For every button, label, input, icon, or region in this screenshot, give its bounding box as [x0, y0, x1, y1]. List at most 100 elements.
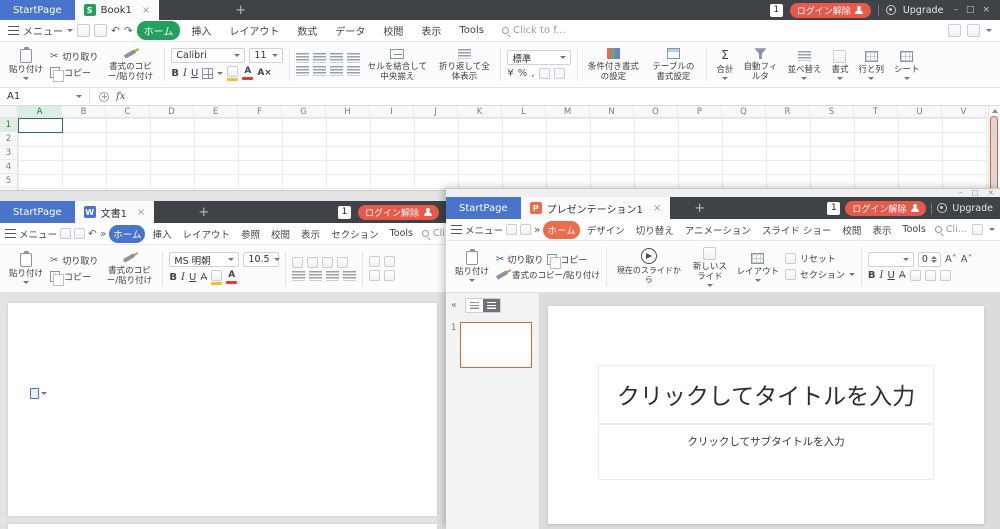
column-header[interactable]: V — [942, 106, 986, 117]
column-header[interactable]: C — [106, 106, 150, 117]
undo-icon[interactable]: ↶ — [111, 25, 120, 37]
copy-button[interactable]: コピー — [50, 270, 98, 283]
decrease-icon[interactable] — [931, 260, 937, 263]
column-header[interactable]: B — [62, 106, 106, 117]
scrollbar-thumb[interactable] — [990, 116, 998, 192]
logout-button[interactable]: ログイン解除 — [358, 205, 439, 220]
ribbon-tab-home[interactable]: ホーム — [109, 225, 145, 243]
numbered-list-icon[interactable] — [307, 257, 318, 268]
font-size-select[interactable]: 11 — [249, 48, 283, 63]
ribbon-tab-data[interactable]: データ — [328, 21, 372, 40]
ribbon-tab-tools[interactable]: Tools — [452, 23, 491, 38]
menu-label[interactable]: メニュー — [19, 227, 57, 241]
align-right-icon[interactable] — [330, 66, 343, 76]
close-tab-icon[interactable]: × — [142, 5, 150, 16]
currency-icon[interactable]: ¥ — [507, 68, 513, 79]
chevron-down-icon[interactable] — [217, 72, 223, 75]
close-tab-icon[interactable]: × — [137, 207, 145, 218]
font-name-select[interactable] — [868, 252, 914, 267]
title-placeholder[interactable]: クリックしてタイトルを入力 — [598, 365, 934, 424]
new-slide-button[interactable]: 新しいスライド — [689, 243, 731, 290]
object-anchor[interactable] — [30, 388, 47, 399]
sheet-button[interactable]: シート — [891, 44, 923, 85]
fill-color-button[interactable] — [227, 66, 238, 81]
paste-button[interactable]: 貼り付け — [6, 44, 46, 85]
name-box[interactable]: A1 — [0, 88, 90, 105]
column-header[interactable]: J — [414, 106, 458, 117]
ribbon-tab-insert[interactable]: 挿入 — [184, 21, 218, 40]
shrink-font-icon[interactable]: A˅ — [961, 254, 973, 265]
collapse-panel-icon[interactable]: « — [451, 300, 457, 311]
ribbon-tab-view[interactable]: 表示 — [868, 221, 895, 239]
bold-button[interactable]: B — [868, 270, 876, 281]
autofilter-button[interactable]: 自動フィルタ — [740, 44, 780, 85]
orientation-icon[interactable] — [347, 53, 360, 63]
row-headers[interactable]: 12345 — [0, 118, 18, 192]
column-header[interactable]: S — [810, 106, 854, 117]
menu-label[interactable]: メニュー — [23, 23, 63, 38]
grow-font-icon[interactable]: A˄ — [945, 254, 957, 265]
logout-button[interactable]: ログイン解除 — [845, 201, 926, 216]
format-painter-button[interactable]: 書式のコピー/貼り付け — [496, 269, 600, 281]
ribbon-tab-layout[interactable]: レイアウト — [222, 21, 286, 40]
menu-label[interactable]: メニュー — [465, 223, 503, 237]
align-bottom-icon[interactable] — [330, 53, 343, 63]
ribbon-tab-home[interactable]: ホーム — [137, 21, 181, 40]
column-header[interactable]: A — [18, 106, 62, 117]
selected-cell-a1[interactable] — [18, 118, 63, 133]
undo-icon[interactable]: ↶ — [88, 228, 97, 240]
cut-button[interactable]: ✂ 切り取り — [496, 253, 543, 266]
text-shadow-icon[interactable] — [910, 270, 921, 281]
column-header[interactable]: M — [546, 106, 590, 117]
italic-button[interactable]: I — [181, 272, 185, 283]
italic-button[interactable]: I — [183, 68, 187, 79]
redo-icon[interactable]: ↷ — [124, 25, 133, 37]
upgrade-button[interactable]: Upgrade — [952, 203, 993, 214]
character-spacing-icon[interactable] — [925, 270, 936, 281]
format-painter-button[interactable]: 書式のコピー/貼り付け — [102, 44, 158, 85]
decrease-decimal-icon[interactable] — [554, 68, 565, 79]
notification-badge[interactable]: 1 — [770, 4, 783, 17]
logout-button[interactable]: ログイン解除 — [790, 3, 871, 18]
ribbon-tab-transitions[interactable]: 切り替え — [632, 221, 678, 239]
percent-icon[interactable]: % — [518, 68, 528, 79]
format-button[interactable]: 書式 — [828, 44, 851, 85]
conditional-format-button[interactable]: 条件付き書式の設定 — [584, 44, 642, 85]
column-header[interactable]: Q — [722, 106, 766, 117]
align-left-icon[interactable] — [296, 66, 309, 76]
copy-button[interactable]: コピー — [547, 253, 587, 266]
ribbon-tab-view[interactable]: 表示 — [297, 225, 324, 243]
wrap-text-button[interactable]: 折り返して全体表示 — [434, 44, 494, 85]
row-header[interactable]: 2 — [0, 132, 17, 146]
new-tab-button[interactable]: + — [188, 201, 219, 223]
vertical-scrollbar[interactable] — [988, 106, 1000, 192]
styles-icon[interactable] — [384, 270, 395, 281]
layout-button[interactable]: レイアウト — [735, 243, 781, 290]
format-painter-button[interactable]: 書式のコピー/貼り付け — [102, 247, 156, 290]
ribbon-tab-layout[interactable]: レイアウト — [179, 225, 235, 243]
new-tab-button[interactable]: + — [684, 197, 715, 219]
align-top-icon[interactable] — [296, 53, 309, 63]
slide-thumbnail[interactable] — [460, 322, 532, 368]
align-center-icon[interactable] — [309, 271, 322, 281]
notification-badge[interactable]: 1 — [827, 202, 840, 215]
scroll-up-icon[interactable] — [992, 109, 998, 113]
ribbon-tab-section[interactable]: セクション — [327, 225, 383, 243]
increase-decimal-icon[interactable] — [539, 68, 550, 79]
insert-function-button[interactable]: fx — [116, 91, 125, 102]
align-left-icon[interactable] — [292, 271, 305, 281]
search-box[interactable]: Cli... — [422, 228, 446, 239]
writer-document-tab[interactable]: W 文書1 × — [75, 201, 155, 223]
column-header[interactable]: O — [634, 106, 678, 117]
minimize-icon[interactable]: – — [959, 189, 963, 197]
paragraph-mark-icon[interactable] — [369, 270, 380, 281]
align-middle-icon[interactable] — [313, 53, 326, 63]
text-effects-icon[interactable] — [940, 270, 951, 281]
share-icon[interactable] — [972, 224, 983, 235]
column-header[interactable]: D — [150, 106, 194, 117]
font-color-button[interactable]: A — [242, 67, 253, 80]
ribbon-tab-review[interactable]: 校閲 — [838, 221, 865, 239]
print-icon[interactable] — [74, 228, 85, 239]
search-box[interactable]: Cli... — [935, 224, 967, 235]
bold-button[interactable]: B — [169, 272, 177, 283]
